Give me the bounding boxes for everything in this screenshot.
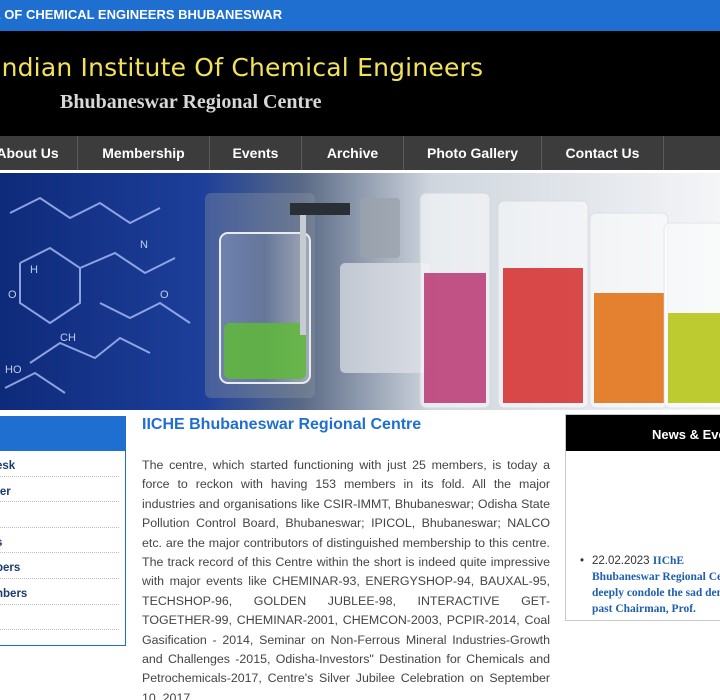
hero-banner: H O N CH HO O: [0, 173, 720, 410]
svg-text:HO: HO: [5, 364, 22, 376]
news-header: News & Events: [566, 415, 720, 451]
site-header: Indian Institute Of Chemical Engineers B…: [0, 31, 720, 136]
news-date: 22.02.2023: [592, 555, 650, 567]
news-panel: News & Events • 22.02.2023 IIChE Bhubane…: [565, 414, 720, 621]
sidebar-menu: esk ter s bers nbers: [0, 416, 126, 646]
sidebar-item-label: nbers: [0, 587, 28, 600]
page-title: IICHE Bhubaneswar Regional Centre: [142, 416, 422, 433]
nav-item-photo-gallery[interactable]: Photo Gallery: [404, 136, 542, 170]
nav-item-membership[interactable]: Membership: [78, 136, 210, 170]
sidebar-list: esk ter s bers nbers: [0, 451, 125, 631]
nav-item-archive[interactable]: Archive: [302, 136, 404, 170]
nav-item-more[interactable]: [664, 136, 720, 170]
nav-item-about-us[interactable]: About Us: [0, 136, 78, 170]
sidebar-item[interactable]: esk: [0, 451, 119, 477]
nav-item-events[interactable]: Events: [210, 136, 302, 170]
site-subtitle: Bhubaneswar Regional Centre: [60, 91, 322, 113]
sidebar-header: [0, 417, 125, 451]
svg-text:O: O: [160, 289, 169, 301]
sidebar-item[interactable]: bers: [0, 553, 119, 579]
main-content: IICHE Bhubaneswar Regional Centre The ce…: [142, 414, 550, 700]
sidebar-item-label: bers: [0, 562, 21, 575]
news-heading: News & Events: [652, 427, 720, 442]
sidebar-item[interactable]: [0, 605, 119, 631]
news-item: • 22.02.2023 IIChE Bhubaneswar Regional …: [580, 553, 720, 617]
sidebar-item-label: esk: [0, 460, 16, 472]
intro-paragraph: The centre, which started functioning wi…: [142, 458, 550, 700]
nav-item-contact-us[interactable]: Contact Us: [542, 136, 664, 170]
sidebar-item[interactable]: nbers: [0, 579, 119, 605]
sidebar-item-label: ter: [0, 485, 11, 498]
svg-text:H: H: [30, 264, 38, 276]
top-bar: E OF CHEMICAL ENGINEERS BHUBANESWAR: [0, 0, 720, 31]
top-bar-text: E OF CHEMICAL ENGINEERS BHUBANESWAR: [0, 7, 283, 22]
sidebar-item[interactable]: [0, 502, 119, 528]
sidebar-item[interactable]: ter: [0, 477, 119, 503]
sidebar-item-label: s: [0, 537, 2, 549]
bullet-icon: •: [580, 555, 585, 567]
site-title: Indian Institute Of Chemical Engineers: [0, 53, 484, 82]
sidebar-item[interactable]: s: [0, 528, 119, 554]
svg-text:N: N: [140, 239, 148, 251]
lab-banner-image: H O N CH HO O: [0, 173, 720, 410]
svg-text:O: O: [8, 289, 17, 301]
svg-text:CH: CH: [60, 332, 76, 344]
main-nav: About Us Membership Events Archive Photo…: [0, 136, 720, 170]
